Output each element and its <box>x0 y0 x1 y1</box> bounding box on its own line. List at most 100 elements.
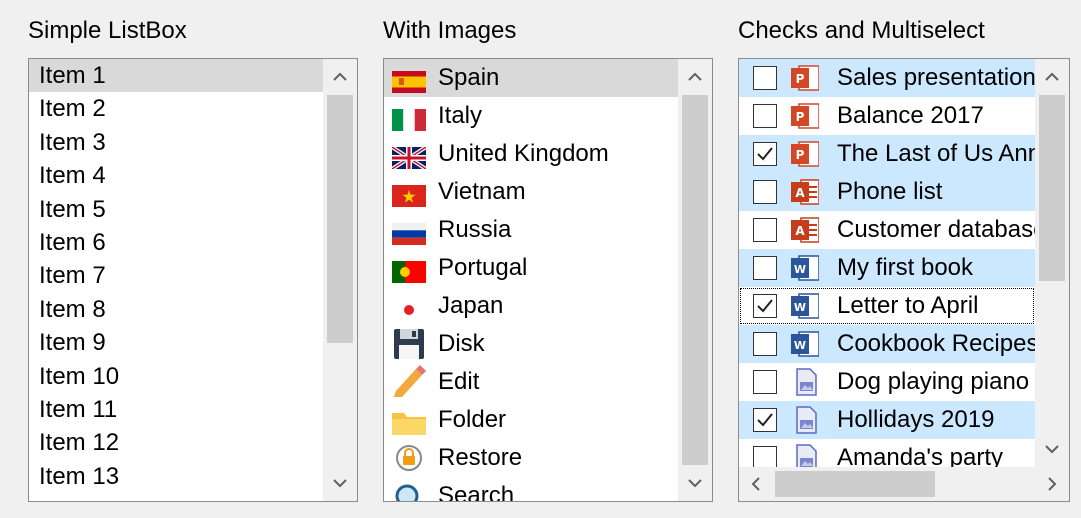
list-item[interactable]: W Cookbook Recipes <box>739 325 1035 363</box>
scrollbar-thumb[interactable] <box>1039 95 1065 281</box>
svg-text:P: P <box>796 148 805 162</box>
list-item[interactable]: Item 5 <box>29 193 323 226</box>
access-icon: A <box>791 178 820 206</box>
svg-text:P: P <box>796 72 805 86</box>
uk-flag-icon <box>390 143 428 171</box>
svg-text:W: W <box>794 339 806 352</box>
list-item[interactable]: United Kingdom <box>384 135 678 173</box>
images-listbox[interactable]: Spain Italy United Kingdom Vietnam Russia Por… <box>383 58 713 502</box>
word-icon: W <box>791 330 820 358</box>
list-item[interactable]: Item 10 <box>29 360 323 393</box>
scrollbar-thumb[interactable] <box>682 95 708 465</box>
scroll-up-button[interactable] <box>1035 59 1069 95</box>
list-item[interactable]: Vietnam <box>384 173 678 211</box>
image-file-icon <box>791 444 819 467</box>
list-item-label: Hollidays 2019 <box>837 406 995 433</box>
vietnam-flag-icon <box>392 181 426 207</box>
scrollbar-thumb[interactable] <box>327 95 353 343</box>
list-item[interactable]: Portugal <box>384 249 678 287</box>
list-item[interactable]: P Sales presentation <box>739 59 1035 97</box>
simple-listbox-rows: Item 1 Item 2 Item 3 Item 4 Item 5 Item 6 Item… <box>29 59 323 493</box>
list-item[interactable]: Item 2 <box>29 92 323 125</box>
list-item[interactable]: A Customer database <box>739 211 1035 249</box>
list-item[interactable]: Restore <box>384 439 678 477</box>
list-item[interactable]: Item 6 <box>29 226 323 259</box>
hscrollbar-thumb[interactable] <box>775 471 935 497</box>
checks-listbox[interactable]: P Sales presentation P Balance 2017 P The Las… <box>738 58 1070 502</box>
chevron-down-icon <box>1045 445 1059 454</box>
images-listbox-vscrollbar[interactable] <box>678 59 712 501</box>
checks-listbox-rows: P Sales presentation P Balance 2017 P The Las… <box>739 59 1035 467</box>
list-item-label: Phone list <box>837 178 943 205</box>
list-item-label: Edit <box>438 368 480 395</box>
list-item[interactable]: Italy <box>384 97 678 135</box>
item-checkbox[interactable] <box>753 256 777 280</box>
simple-listbox[interactable]: Item 1 Item 2 Item 3 Item 4 Item 5 Item 6 Item… <box>28 58 358 502</box>
scroll-left-button[interactable] <box>739 467 773 501</box>
access-icon: A <box>791 216 820 244</box>
list-item[interactable]: Search <box>384 477 678 501</box>
list-item[interactable]: Japan <box>384 287 678 325</box>
list-item[interactable]: Item 3 <box>29 126 323 159</box>
item-checkbox[interactable] <box>753 408 777 432</box>
list-item[interactable]: Item 13 <box>29 460 323 493</box>
scroll-down-button[interactable] <box>323 465 357 501</box>
list-item-label: The Last of Us Anniversary <box>837 140 1035 167</box>
list-item[interactable]: Russia <box>384 211 678 249</box>
scroll-right-button[interactable] <box>1035 467 1069 501</box>
scroll-down-button[interactable] <box>1035 431 1069 467</box>
simple-listbox-vscrollbar[interactable] <box>323 59 357 501</box>
item-checkbox[interactable] <box>753 370 777 394</box>
list-item-label: Amanda's party <box>837 444 1003 467</box>
scroll-up-button[interactable] <box>678 59 712 95</box>
svg-text:W: W <box>794 263 806 276</box>
item-checkbox[interactable] <box>753 446 777 467</box>
checks-listbox-vscrollbar[interactable] <box>1035 59 1069 467</box>
list-item[interactable]: Item 8 <box>29 293 323 326</box>
list-item[interactable]: Hollidays 2019 <box>739 401 1035 439</box>
list-item[interactable]: A Phone list <box>739 173 1035 211</box>
item-checkbox[interactable] <box>753 66 777 90</box>
item-checkbox[interactable] <box>753 332 777 356</box>
list-item[interactable]: Disk <box>384 325 678 363</box>
list-item[interactable]: Item 4 <box>29 159 323 192</box>
list-item[interactable]: Item 7 <box>29 259 323 292</box>
list-item[interactable]: Edit <box>384 363 678 401</box>
list-item-label: Portugal <box>438 254 528 281</box>
item-checkbox[interactable] <box>753 142 777 166</box>
list-item[interactable]: Folder <box>384 401 678 439</box>
item-checkbox[interactable] <box>753 218 777 242</box>
list-item-label: Folder <box>438 406 507 433</box>
list-item-label: Disk <box>438 330 485 357</box>
checkmark-icon <box>757 413 773 427</box>
list-item-label: Vietnam <box>438 178 526 205</box>
svg-text:W: W <box>794 301 806 314</box>
item-checkbox[interactable] <box>753 104 777 128</box>
chevron-right-icon <box>1048 477 1057 491</box>
list-item[interactable]: Dog playing piano <box>739 363 1035 401</box>
list-item[interactable]: W Letter to April <box>739 287 1035 325</box>
checkmark-icon <box>757 147 773 161</box>
list-item[interactable]: P Balance 2017 <box>739 97 1035 135</box>
list-item[interactable]: Amanda's party <box>739 439 1035 467</box>
japan-flag-icon <box>392 295 426 321</box>
powerpoint-icon: P <box>791 102 820 130</box>
scroll-down-button[interactable] <box>678 465 712 501</box>
item-checkbox[interactable] <box>753 180 777 204</box>
list-item-label: Cookbook Recipes <box>837 330 1035 357</box>
list-item-label: My first book <box>837 254 974 281</box>
list-item[interactable]: W My first book <box>739 249 1035 287</box>
list-item[interactable]: Item 11 <box>29 393 323 426</box>
list-item[interactable]: Item 9 <box>29 326 323 359</box>
with-images-title: With Images <box>383 17 517 44</box>
scroll-up-button[interactable] <box>323 59 357 95</box>
item-checkbox[interactable] <box>753 294 777 318</box>
list-item[interactable]: Item 12 <box>29 426 323 459</box>
list-item[interactable]: P The Last of Us Anniversary <box>739 135 1035 173</box>
list-item[interactable]: Item 1 <box>29 59 323 93</box>
checks-multiselect-title: Checks and Multiselect <box>738 17 985 44</box>
powerpoint-icon: P <box>791 140 820 168</box>
list-item[interactable]: Spain <box>384 59 678 97</box>
disk-icon <box>392 329 426 359</box>
checks-listbox-hscrollbar[interactable] <box>739 467 1069 501</box>
